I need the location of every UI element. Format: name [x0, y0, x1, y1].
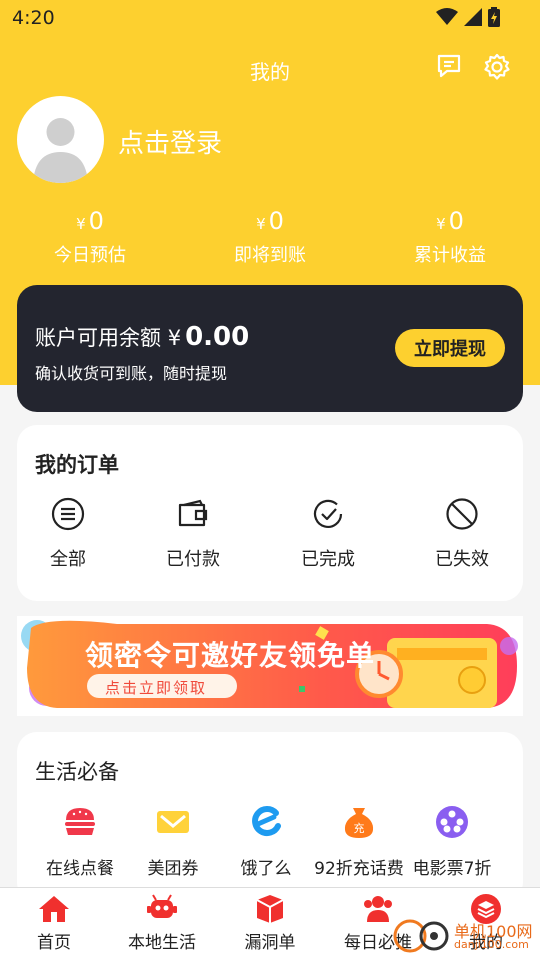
- svg-text:充: 充: [354, 821, 365, 835]
- promo-cta[interactable]: 点击立即领取: [105, 677, 207, 698]
- status-icons: [436, 7, 500, 27]
- wifi-icon: [436, 8, 458, 25]
- life-item-online-order[interactable]: 在线点餐: [30, 802, 130, 879]
- ticket-icon: [157, 811, 189, 833]
- order-paid[interactable]: 已付款: [143, 497, 243, 571]
- tab-home[interactable]: 首页: [0, 894, 108, 953]
- life-title: 生活必备: [35, 760, 119, 784]
- balance-card: 账户可用余额 ¥0.00 确认收货可到账，随时提现 立即提现: [17, 285, 523, 412]
- users-icon: [364, 896, 392, 922]
- watermark: 单机100网 danji100.com: [392, 912, 537, 958]
- message-icon[interactable]: [435, 52, 465, 82]
- wallet-icon: [178, 499, 208, 527]
- avatar[interactable]: [17, 96, 104, 183]
- life-item-movie-ticket[interactable]: 电影票7折: [402, 802, 502, 879]
- film-reel-icon: [436, 806, 468, 838]
- watermark-domain: danji100.com: [454, 938, 529, 951]
- gift-box-icon: [256, 895, 284, 923]
- status-bar: 4:20: [0, 0, 540, 36]
- recharge-bag-icon: 充: [344, 808, 374, 838]
- robot-icon: [147, 894, 177, 918]
- default-avatar-icon: [33, 118, 88, 183]
- tab-local-life[interactable]: 本地生活: [108, 894, 216, 953]
- promo-headline: 领密令可邀好友领免单: [85, 639, 376, 672]
- eleme-icon: [252, 806, 281, 837]
- list-icon: [51, 497, 85, 531]
- stat-total-earnings: ¥0 累计收益: [414, 207, 486, 266]
- life-item-phone-recharge[interactable]: 充 92折充话费: [309, 802, 409, 879]
- stat-today-estimate: ¥0 今日预估: [54, 207, 126, 266]
- life-item-meituan-coupon[interactable]: 美团券: [123, 802, 223, 879]
- tab-loophole-deals[interactable]: 漏洞单: [216, 894, 324, 953]
- settings-gear-icon[interactable]: [482, 52, 512, 82]
- ban-icon: [446, 498, 478, 530]
- balance-label: 账户可用余额 ¥0.00: [35, 322, 250, 352]
- withdraw-button[interactable]: 立即提现: [395, 329, 505, 367]
- battery-icon: [488, 7, 500, 27]
- balance-subtitle: 确认收货可到账，随时提现: [35, 364, 228, 383]
- life-essentials-card: 生活必备 在线点餐 美团券 饿了么 充 92折充话费 电影票7折: [17, 732, 523, 902]
- life-item-eleme[interactable]: 饿了么: [216, 802, 316, 879]
- order-all[interactable]: 全部: [18, 497, 118, 571]
- burger-icon: [65, 808, 95, 835]
- signal-icon: [464, 8, 482, 26]
- login-link[interactable]: 点击登录: [118, 123, 222, 160]
- balance-amount: 0.00: [185, 322, 250, 352]
- check-circle-icon: [313, 499, 343, 528]
- orders-card: 我的订单 全部 已付款 已完成 已失效: [17, 425, 523, 601]
- status-time: 4:20: [12, 7, 55, 29]
- stat-incoming: ¥0 即将到账: [234, 207, 306, 266]
- promo-banner[interactable]: 领密令可邀好友领免单 点击立即领取: [17, 616, 523, 716]
- order-expired[interactable]: 已失效: [412, 497, 512, 571]
- order-completed[interactable]: 已完成: [278, 497, 378, 571]
- home-icon: [39, 896, 69, 922]
- watermark-logo-icon: [393, 919, 449, 953]
- orders-title: 我的订单: [35, 453, 119, 477]
